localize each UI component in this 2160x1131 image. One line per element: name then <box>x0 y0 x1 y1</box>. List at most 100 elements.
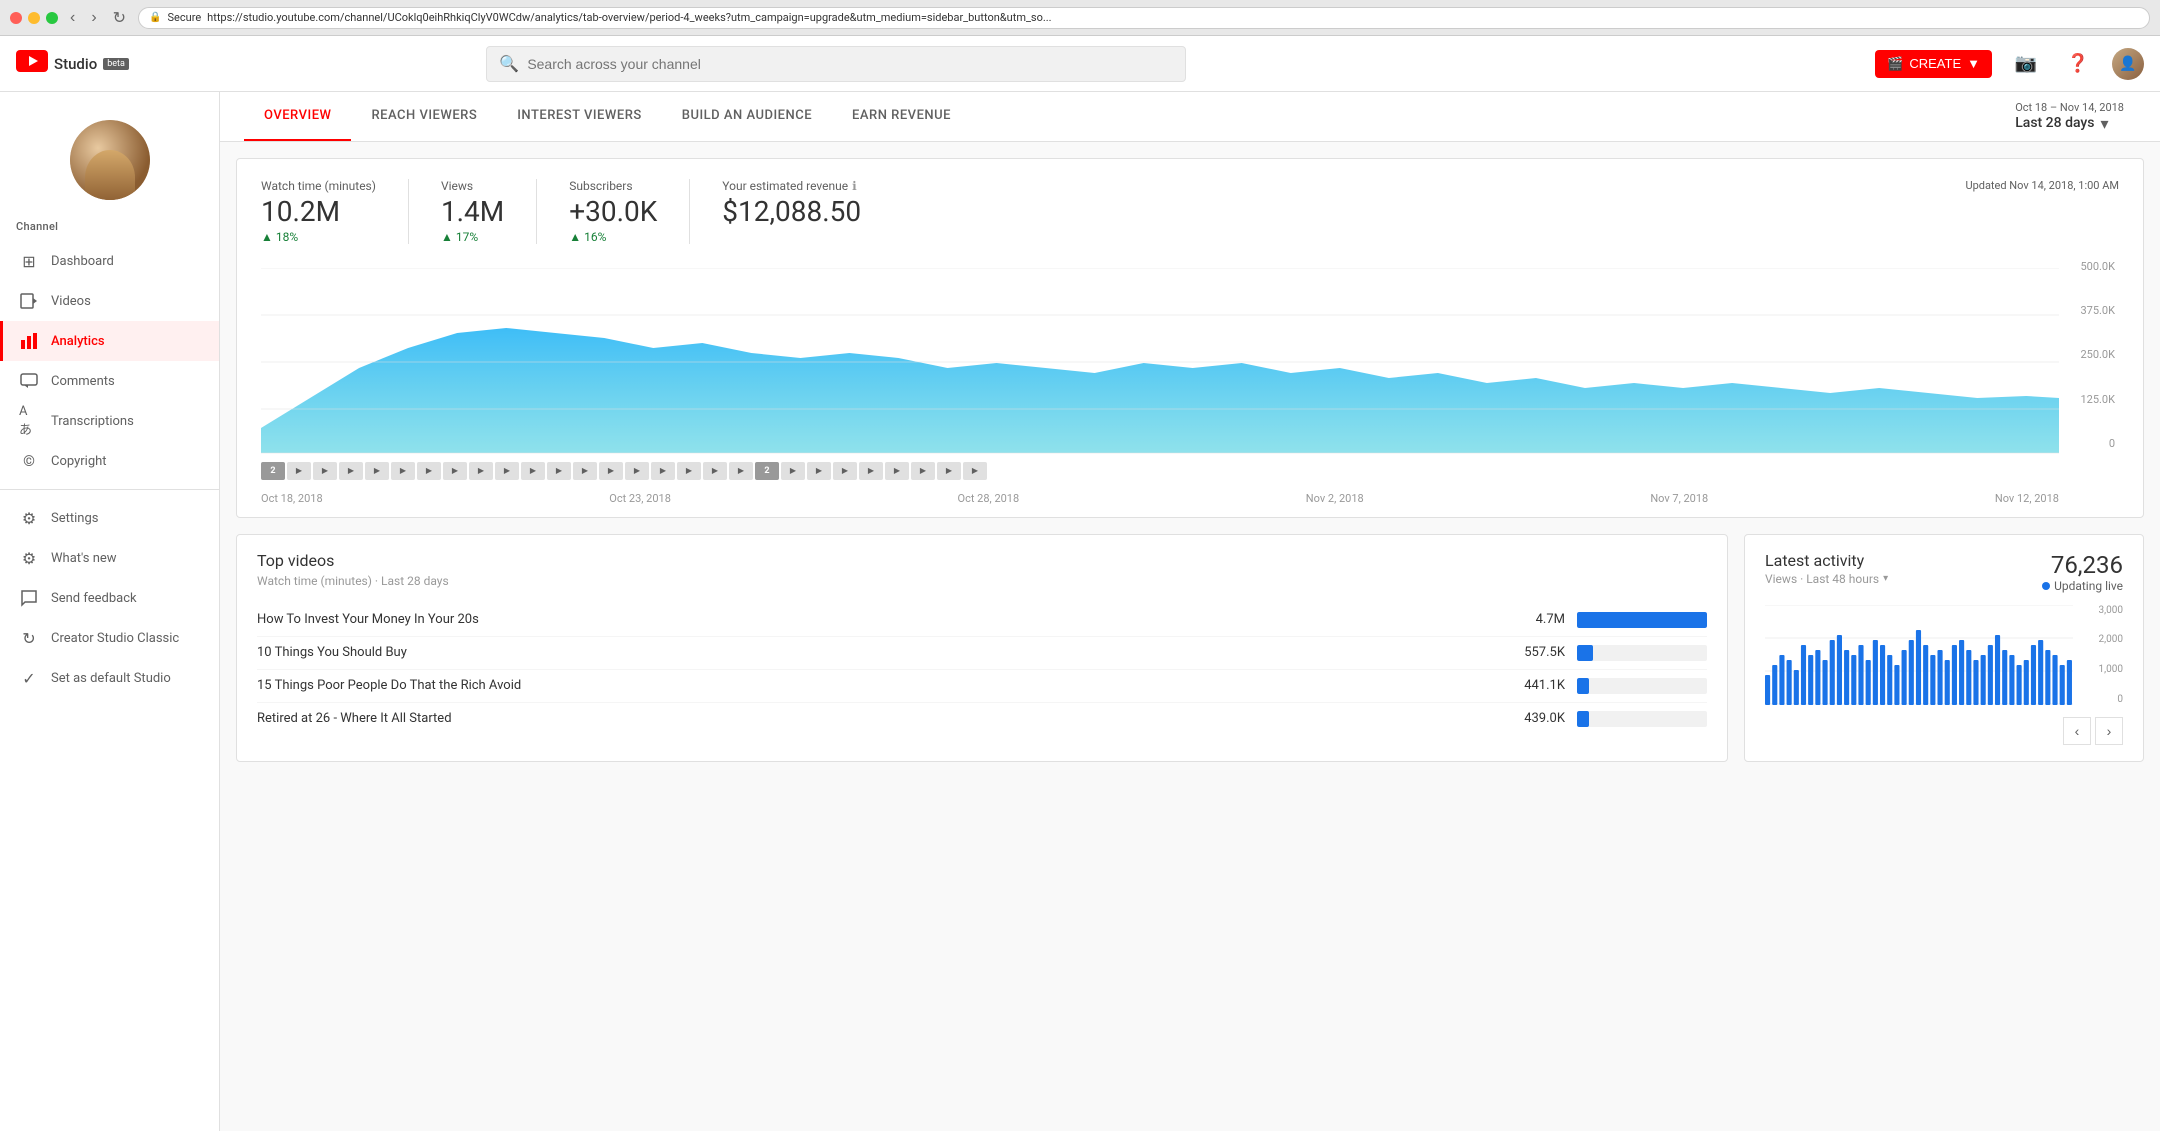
forward-button[interactable]: › <box>87 9 100 27</box>
sidebar-item-analytics[interactable]: Analytics <box>0 321 219 361</box>
thumb-btn-4[interactable]: ▶ <box>365 462 389 480</box>
video-views-3: 441.1K <box>1505 678 1565 693</box>
thumb-btn-20[interactable]: ▶ <box>807 462 831 480</box>
pagination-next[interactable]: › <box>2095 717 2123 745</box>
thumb-btn-9[interactable]: ▶ <box>495 462 519 480</box>
beta-badge: beta <box>103 58 129 70</box>
reload-button[interactable]: ↻ <box>109 8 130 28</box>
top-videos-panel: Top videos Watch time (minutes) · Last 2… <box>236 534 1728 762</box>
tab-earn-revenue[interactable]: EARN REVENUE <box>832 92 971 141</box>
thumbnails-row: 2 ▶ ▶ ▶ ▶ ▶ ▶ ▶ ▶ ▶ ▶ ▶ ▶ ▶ ▶ ▶ ▶ ▶ ▶ 2 <box>261 458 2119 488</box>
stat-watch-time: Watch time (minutes) 10.2M ▲ 18% <box>261 179 376 244</box>
tab-build-audience[interactable]: BUILD AN AUDIENCE <box>662 92 832 141</box>
stat-watch-time-change: ▲ 18% <box>261 230 376 244</box>
date-dropdown-arrow: ▾ <box>2100 114 2108 133</box>
activity-header: Latest activity Views · Last 48 hours ▾ … <box>1765 551 2123 593</box>
analytics-tabs: OVERVIEW REACH VIEWERS INTEREST VIEWERS … <box>244 92 971 141</box>
x-label-6: Nov 12, 2018 <box>1995 492 2059 505</box>
video-title-1: How To Invest Your Money In Your 20s <box>257 612 1493 627</box>
thumb-btn-12[interactable]: ▶ <box>573 462 597 480</box>
sidebar-item-dashboard[interactable]: ⊞ Dashboard <box>0 241 219 281</box>
camera-icon-button[interactable]: 📷 <box>2008 46 2044 82</box>
sidebar-item-whats-new[interactable]: ⚙ What's new <box>0 538 219 578</box>
sidebar-item-transcriptions[interactable]: Aあ Transcriptions <box>0 401 219 441</box>
video-bar-4 <box>1577 711 1707 727</box>
browser-chrome: ‹ › ↻ 🔒 Secure https://studio.youtube.co… <box>0 0 2160 36</box>
sidebar-item-videos[interactable]: Videos <box>0 281 219 321</box>
search-bar[interactable]: 🔍 <box>486 46 1186 82</box>
sidebar-label-transcriptions: Transcriptions <box>51 414 134 429</box>
address-bar[interactable]: 🔒 Secure https://studio.youtube.com/chan… <box>138 7 2150 29</box>
sidebar-item-copyright[interactable]: © Copyright <box>0 441 219 481</box>
activity-pagination: ‹ › <box>1765 717 2123 745</box>
thumb-btn-8[interactable]: ▶ <box>469 462 493 480</box>
thumb-btn-10[interactable]: ▶ <box>521 462 545 480</box>
tab-interest-viewers[interactable]: INTEREST VIEWERS <box>497 92 662 141</box>
y-label-3: 250.0K <box>2080 348 2115 361</box>
thumb-btn-special-2[interactable]: 2 <box>755 462 779 480</box>
stat-watch-time-label: Watch time (minutes) <box>261 179 376 193</box>
bottom-section: Top videos Watch time (minutes) · Last 2… <box>236 534 2144 762</box>
maximize-window-btn[interactable] <box>46 12 58 24</box>
sidebar-avatar-area <box>0 104 219 220</box>
thumb-btn-21[interactable]: ▶ <box>833 462 857 480</box>
thumb-btn-1[interactable]: ▶ <box>287 462 311 480</box>
date-range-label: Oct 18 – Nov 14, 2018 <box>2015 101 2124 114</box>
thumb-btn-13[interactable]: ▶ <box>599 462 623 480</box>
thumb-btn-5[interactable]: ▶ <box>391 462 415 480</box>
live-dot <box>2042 582 2050 590</box>
stat-divider-1 <box>408 179 409 244</box>
sidebar-label-analytics: Analytics <box>51 334 105 349</box>
activity-views-label[interactable]: Views · Last 48 hours ▾ <box>1765 572 1888 586</box>
stat-subscribers-change: ▲ 16% <box>569 230 657 244</box>
tab-reach-viewers[interactable]: REACH VIEWERS <box>351 92 497 141</box>
help-icon-button[interactable]: ❓ <box>2060 46 2096 82</box>
thumb-btn-19[interactable]: ▶ <box>781 462 805 480</box>
sidebar-label-feedback: Send feedback <box>51 591 137 606</box>
activity-chart-svg <box>1765 605 2073 705</box>
activity-title-area: Latest activity Views · Last 48 hours ▾ <box>1765 551 1888 586</box>
search-input[interactable] <box>527 56 1173 72</box>
thumb-btn-25[interactable]: ▶ <box>937 462 961 480</box>
thumb-btn-15[interactable]: ▶ <box>651 462 675 480</box>
tab-overview[interactable]: OVERVIEW <box>244 92 351 141</box>
sidebar-label-set-default: Set as default Studio <box>51 671 171 686</box>
thumb-btn-11[interactable]: ▶ <box>547 462 571 480</box>
thumb-btn-23[interactable]: ▶ <box>885 462 909 480</box>
date-selector[interactable]: Oct 18 – Nov 14, 2018 Last 28 days ▾ <box>2003 93 2136 141</box>
sidebar-item-feedback[interactable]: Send feedback <box>0 578 219 618</box>
studio-label: Studio <box>54 55 97 73</box>
sidebar-label-videos: Videos <box>51 294 91 309</box>
thumb-btn-special-1[interactable]: 2 <box>261 462 285 480</box>
stats-panel: Watch time (minutes) 10.2M ▲ 18% Views 1… <box>236 158 2144 518</box>
thumb-btn-16[interactable]: ▶ <box>677 462 701 480</box>
main-layout: Channel ⊞ Dashboard Videos Analytics Com… <box>0 92 2160 1131</box>
minimize-window-btn[interactable] <box>28 12 40 24</box>
back-button[interactable]: ‹ <box>66 9 79 27</box>
sidebar-item-creator-studio[interactable]: ↻ Creator Studio Classic <box>0 618 219 658</box>
thumb-btn-6[interactable]: ▶ <box>417 462 441 480</box>
create-button[interactable]: 🎬 CREATE ▼ <box>1875 50 1992 78</box>
x-label-3: Oct 28, 2018 <box>958 492 1020 505</box>
thumb-btn-17[interactable]: ▶ <box>703 462 727 480</box>
thumb-btn-2[interactable]: ▶ <box>313 462 337 480</box>
thumb-btn-14[interactable]: ▶ <box>625 462 649 480</box>
thumb-btn-3[interactable]: ▶ <box>339 462 363 480</box>
video-views-4: 439.0K <box>1505 711 1565 726</box>
thumb-btn-22[interactable]: ▶ <box>859 462 883 480</box>
sidebar-label-settings: Settings <box>51 511 98 526</box>
close-window-btn[interactable] <box>10 12 22 24</box>
top-nav: Studio beta 🔍 🎬 CREATE ▼ 📷 ❓ 👤 <box>0 36 2160 92</box>
channel-label: Channel <box>0 220 219 233</box>
activity-y-labels: 3,000 2,000 1,000 0 <box>2099 605 2123 705</box>
sidebar-item-comments[interactable]: Comments <box>0 361 219 401</box>
thumb-btn-26[interactable]: ▶ <box>963 462 987 480</box>
sidebar-item-set-default[interactable]: ✓ Set as default Studio <box>0 658 219 698</box>
sidebar-label-copyright: Copyright <box>51 454 107 469</box>
thumb-btn-18[interactable]: ▶ <box>729 462 753 480</box>
pagination-prev[interactable]: ‹ <box>2063 717 2091 745</box>
user-avatar[interactable]: 👤 <box>2112 48 2144 80</box>
sidebar-item-settings[interactable]: ⚙ Settings <box>0 498 219 538</box>
thumb-btn-7[interactable]: ▶ <box>443 462 467 480</box>
thumb-btn-24[interactable]: ▶ <box>911 462 935 480</box>
